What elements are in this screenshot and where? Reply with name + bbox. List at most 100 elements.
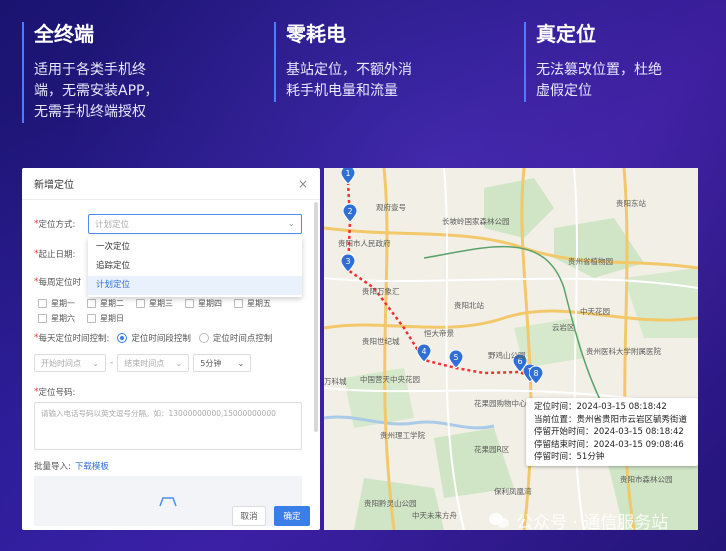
date-label: 起止日期: (38, 250, 76, 260)
marker-pin-icon: 8 (529, 366, 543, 384)
popup-time: 定位时间：2024-03-15 08:18:42 (534, 402, 667, 412)
range-separator: - (110, 358, 114, 368)
checkbox-tuesday[interactable]: 星期二 (87, 298, 131, 309)
popup-stay-start: 停留开始时间：2024-03-15 08:18:42 (534, 427, 684, 437)
add-location-dialog: 新增定位 × * 定位方式: 计划定位 ⌄ 一次定位 追踪定位 计划定位 * 起… (22, 168, 320, 530)
map-label: 野鸡山公园 (488, 351, 526, 360)
feature-true-location: 真定位 无法篡改位置，杜绝 虚假定位 (524, 22, 714, 102)
map-label: 云岩区 (552, 323, 575, 332)
map-label: 贵州医科大学附属医院 (586, 347, 661, 356)
marker-pin-icon: 1 (341, 168, 355, 184)
time-row: 开始时间点 ⌄ - 结束时间点 ⌄ 5分钟 ⌄ (34, 354, 252, 372)
map-label: 长坡岭国家森林公园 (442, 217, 510, 226)
map-label: 中天花园 (580, 307, 610, 316)
upload-icon (159, 497, 177, 507)
checkbox-box (87, 314, 96, 323)
interval-select[interactable]: 5分钟 ⌄ (193, 354, 252, 372)
map-label: 贵阳市森林公园 (620, 475, 673, 484)
checkbox-thursday[interactable]: 星期四 (185, 298, 229, 309)
date-row: * 起止日期: (34, 248, 75, 260)
radio-dot (198, 333, 209, 343)
feature-desc-line: 无法篡改位置，杜绝 (536, 62, 662, 78)
close-icon[interactable]: × (298, 177, 308, 191)
chevron-down-icon: ⌄ (175, 358, 183, 368)
park-area (554, 218, 644, 278)
feature-desc: 适用于各类手机终 端，无需安装APP， 无需手机终端授权 (34, 60, 222, 123)
svg-text:1: 1 (345, 169, 350, 178)
map-label: 贵州省植物园 (568, 257, 613, 266)
svg-text:5: 5 (453, 353, 458, 362)
map-label: 中国营天中央花园 (360, 375, 420, 384)
checkbox-box (136, 299, 145, 308)
radio-period[interactable]: 定位时间段控制 (117, 332, 191, 344)
marker-pin-icon: 2 (343, 204, 357, 222)
checkbox-wednesday[interactable]: 星期三 (136, 298, 180, 309)
start-time-input[interactable]: 开始时间点 ⌄ (34, 354, 106, 372)
location-popup: 定位时间：2024-03-15 08:18:42 当前位置：贵州省贵阳市云岩区毓… (526, 398, 698, 466)
popup-stay-end: 停留结束时间：2024-03-15 09:08:46 (534, 439, 684, 450)
method-select[interactable]: 计划定位 ⌄ (88, 214, 302, 234)
map-marker-3[interactable]: 3 (341, 254, 355, 272)
dropdown-option-plan[interactable]: 计划定位 (88, 276, 302, 295)
map-label: 贵阳东站 (616, 199, 646, 208)
marker-pin-icon: 4 (417, 344, 431, 362)
start-time-placeholder: 开始时间点 (41, 358, 81, 368)
svg-text:8: 8 (533, 369, 538, 378)
dropdown-option-track[interactable]: 追踪定位 (88, 257, 302, 276)
map-label: 花果园R区 (474, 445, 510, 454)
map-marker-8[interactable]: 8 (529, 366, 543, 384)
checkbox-label: 星期四 (198, 299, 222, 308)
map-label: 花果园购物中心 (474, 399, 527, 408)
checkbox-friday[interactable]: 星期五 (234, 298, 278, 309)
batch-label: 批量导入: (34, 462, 71, 472)
radio-point[interactable]: 定位时间点控制 (198, 332, 273, 344)
map-panel[interactable]: 12345678 观府壹号贵阳市人民政府长坡岭国家森林公园贵阳东站贵州省植物园贵… (324, 168, 698, 530)
map-label: 贵阳万象汇 (362, 287, 400, 296)
method-select-value: 计划定位 (95, 220, 130, 230)
checkbox-label: 星期日 (100, 314, 124, 323)
park-area (624, 268, 698, 338)
interval-value: 5分钟 (200, 358, 222, 368)
daily-row: * 每天定位时间控制: 定位时间段控制 定位时间点控制 (34, 332, 272, 344)
dialog-header: 新增定位 × (22, 168, 320, 200)
map-label: 贵阳世纪城 (362, 337, 400, 346)
radio-label: 定位时间点控制 (212, 334, 273, 344)
checkbox-box (234, 299, 243, 308)
checkbox-label: 星期五 (247, 299, 271, 308)
end-time-placeholder: 结束时间点 (124, 358, 165, 368)
svg-text:2: 2 (347, 207, 352, 216)
map-marker-2[interactable]: 2 (343, 204, 357, 222)
map-marker-1[interactable]: 1 (341, 168, 355, 184)
feature-title: 真定位 (536, 22, 596, 46)
checkbox-saturday[interactable]: 星期六 (38, 313, 82, 324)
dialog-scrollbar[interactable] (314, 202, 318, 432)
feature-desc-line: 适用于各类手机终 (34, 62, 146, 78)
method-row: * 定位方式: (34, 218, 75, 230)
cancel-button[interactable]: 取消 (232, 506, 266, 526)
marker-pin-icon: 5 (449, 350, 463, 368)
feature-desc-line: 端，无需安装APP， (34, 83, 159, 99)
popup-location: 当前位置：贵州省贵阳市云岩区毓秀街道 (534, 414, 688, 425)
wechat-icon (489, 512, 509, 528)
map-marker-5[interactable]: 5 (449, 350, 463, 368)
popup-stay-duration: 停留时间：51分钟 (534, 452, 605, 462)
radio-dot (117, 333, 128, 343)
checkbox-label: 星期三 (149, 299, 173, 308)
main-road (382, 168, 396, 530)
number-textarea[interactable]: 请输入电话号码以英文逗号分隔。如：13000000000,15000000000 (34, 402, 302, 450)
confirm-button[interactable]: 确定 (274, 506, 310, 526)
download-template-link[interactable]: 下载模板 (75, 460, 109, 472)
dialog-title: 新增定位 (34, 180, 74, 191)
map-marker-4[interactable]: 4 (417, 344, 431, 362)
chevron-down-icon: ⌄ (237, 358, 245, 368)
checkbox-monday[interactable]: 星期一 (38, 298, 82, 309)
feature-desc-line: 耗手机电量和流量 (286, 83, 398, 99)
end-time-input[interactable]: 结束时间点 ⌄ (117, 354, 190, 372)
checkbox-sunday[interactable]: 星期日 (87, 313, 131, 324)
dropdown-option-once[interactable]: 一次定位 (88, 238, 302, 257)
map-label: 贵州理工学院 (380, 431, 425, 440)
feature-desc-line: 无需手机终端授权 (34, 104, 146, 120)
radio-label: 定位时间段控制 (131, 334, 191, 344)
watermark-text: 公众号 · 通信服务站 (516, 513, 669, 533)
method-dropdown: 一次定位 追踪定位 计划定位 (88, 236, 302, 297)
